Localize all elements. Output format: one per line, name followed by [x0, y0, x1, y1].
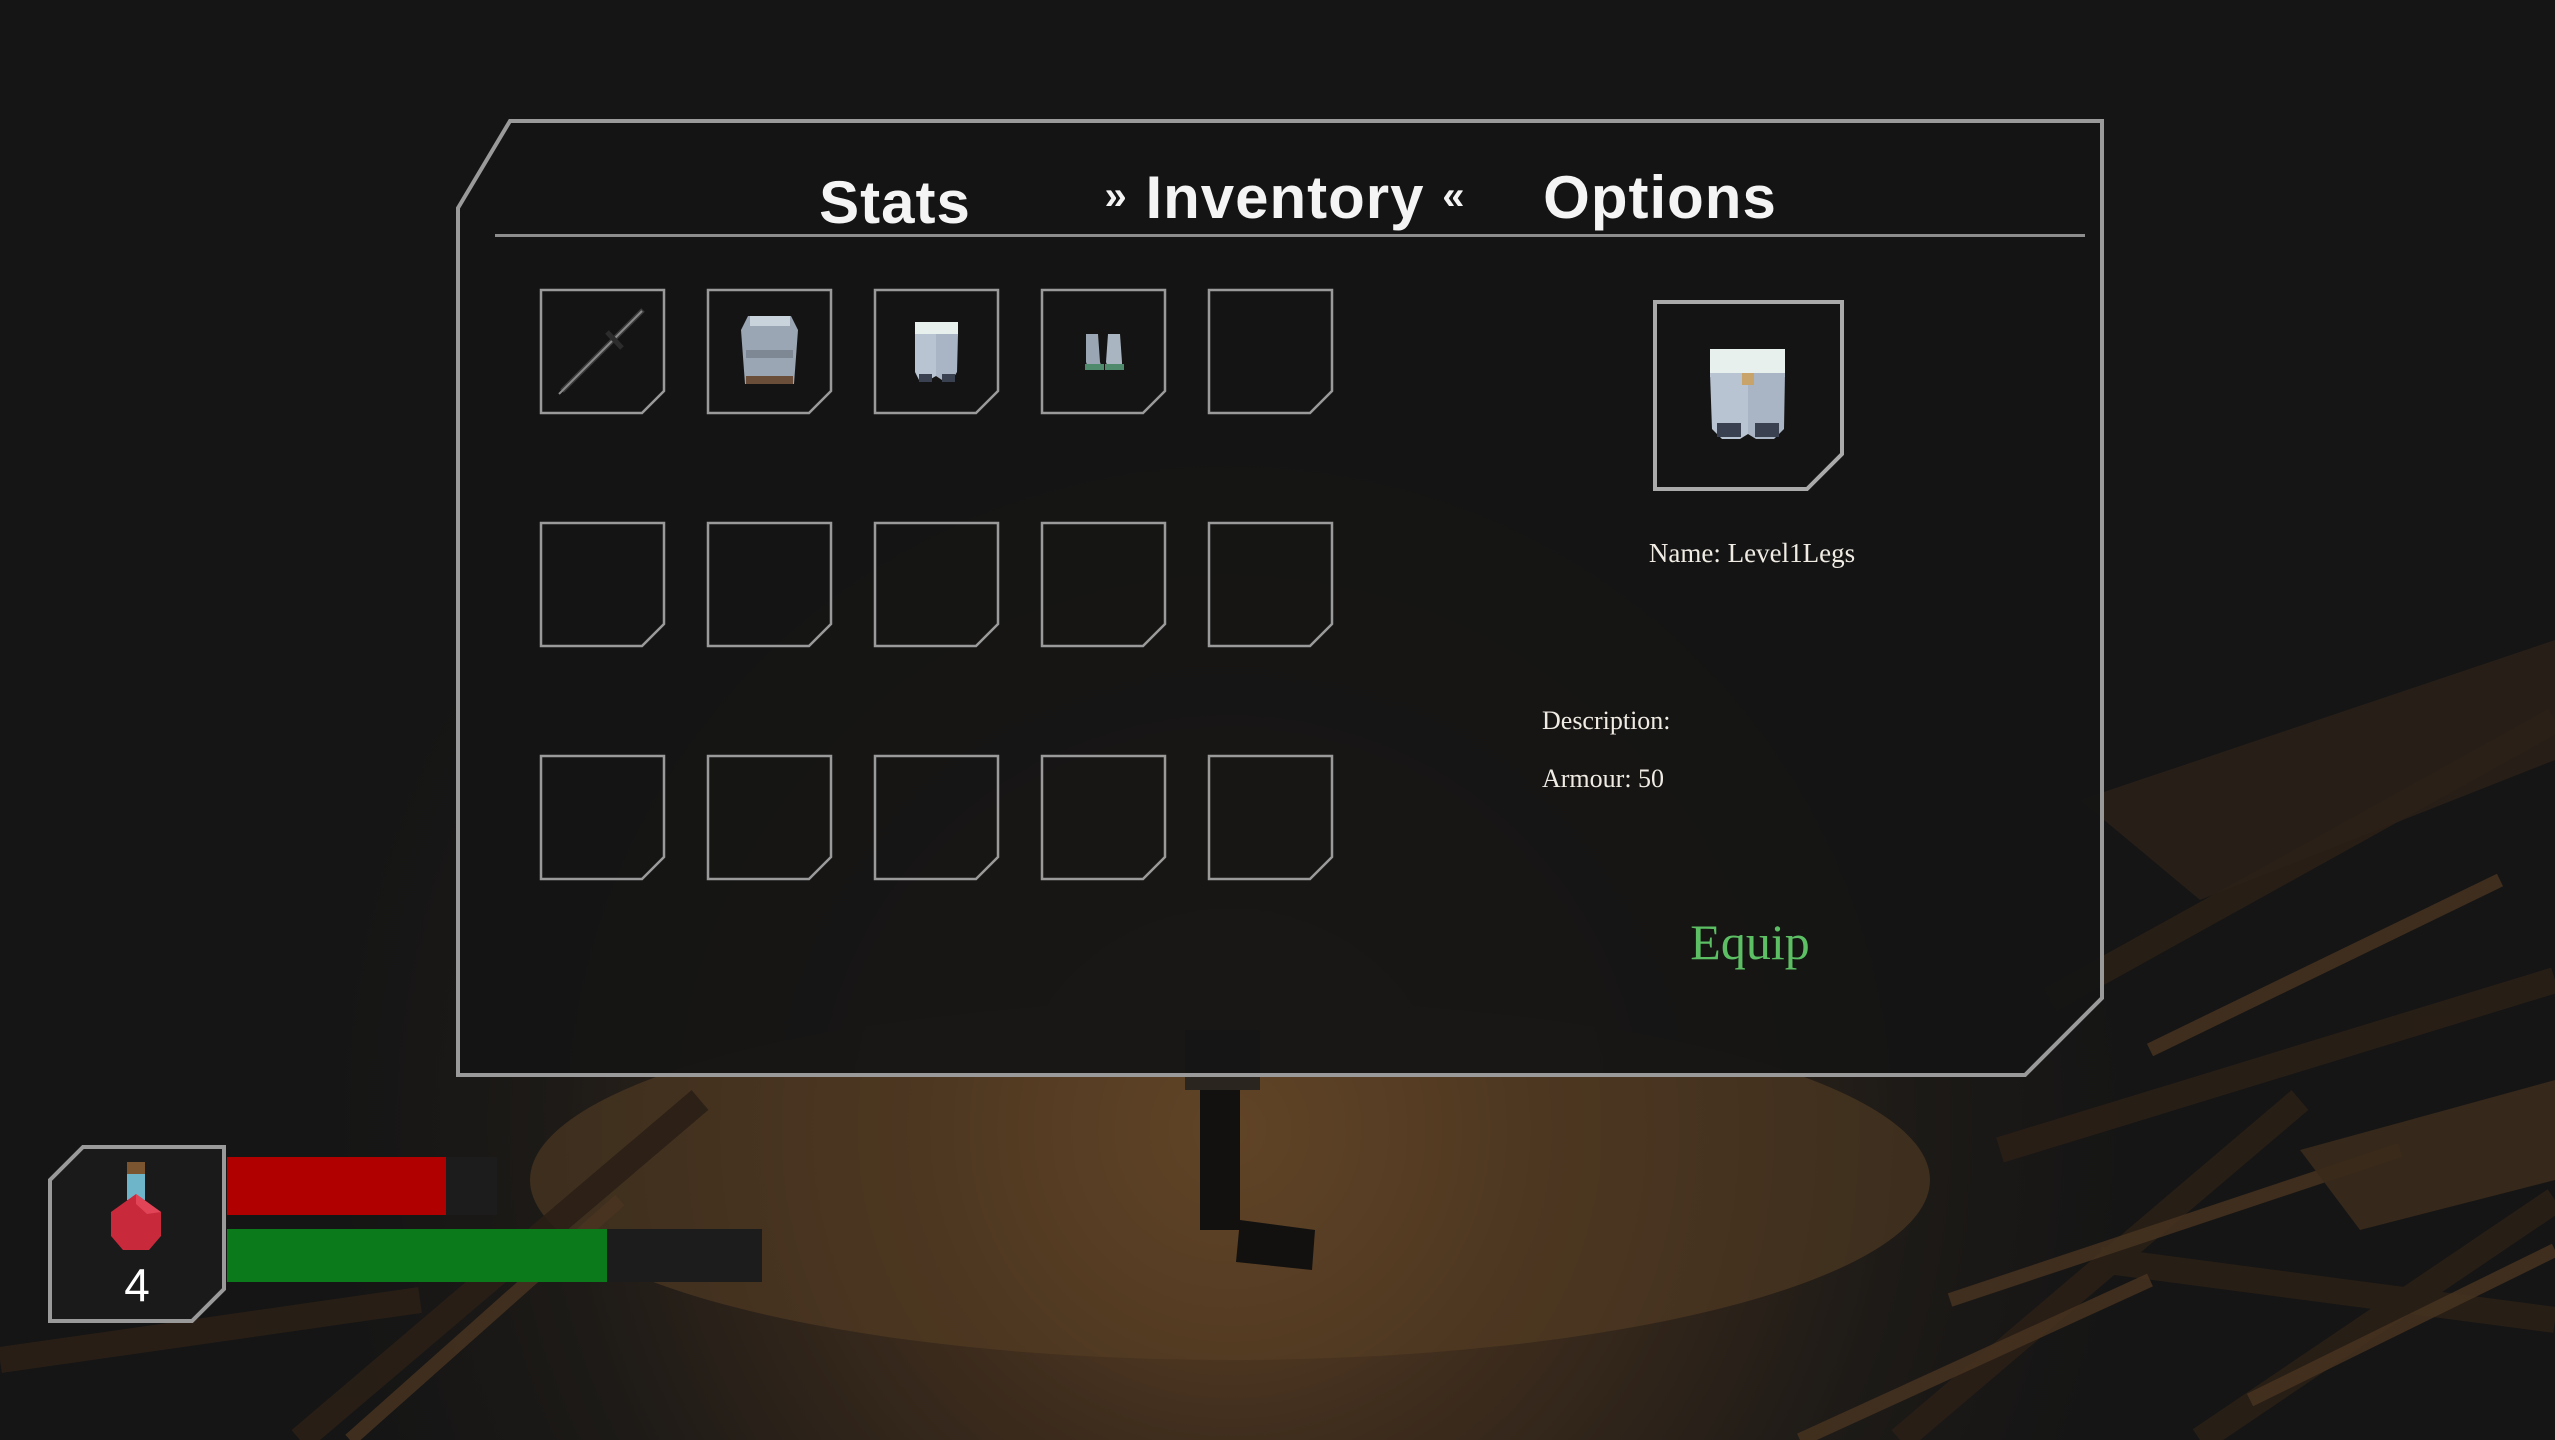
- inventory-slot[interactable]: [1040, 521, 1167, 648]
- slot-frame: [1040, 521, 1167, 648]
- inventory-slot[interactable]: [1040, 754, 1167, 881]
- inventory-slot[interactable]: [706, 754, 833, 881]
- slot-frame: [1207, 521, 1334, 648]
- inventory-slot[interactable]: [539, 754, 666, 881]
- stamina-bar-fill: [227, 1229, 607, 1282]
- inventory-slot[interactable]: [539, 288, 666, 415]
- selected-item-preview: [1652, 299, 1845, 492]
- inventory-slot[interactable]: [1207, 288, 1334, 415]
- slot-frame: [706, 521, 833, 648]
- inventory-slot[interactable]: [706, 288, 833, 415]
- slot-frame: [539, 521, 666, 648]
- active-tab-right-marker: «: [1442, 174, 1466, 219]
- inventory-slot[interactable]: [1207, 754, 1334, 881]
- inventory-slot[interactable]: [539, 521, 666, 648]
- tab-inventory[interactable]: » Inventory «: [1075, 153, 1495, 243]
- slot-frame: [873, 754, 1000, 881]
- tab-divider: [495, 234, 2085, 237]
- inventory-slot[interactable]: [1207, 521, 1334, 648]
- slot-frame: [539, 754, 666, 881]
- selected-item-description-label: Description:: [1542, 706, 1671, 735]
- slot-frame: [873, 521, 1000, 648]
- potion-quickslot[interactable]: 4: [47, 1144, 227, 1324]
- inventory-slot[interactable]: [873, 754, 1000, 881]
- slot-frame: [1040, 754, 1167, 881]
- stamina-bar: [227, 1229, 762, 1282]
- selected-item-armour: Armour: 50: [1542, 764, 1665, 793]
- tab-options[interactable]: Options: [1520, 153, 1800, 243]
- tab-inventory-label: Inventory: [1145, 164, 1425, 231]
- inventory-slot[interactable]: [1040, 288, 1167, 415]
- inventory-slot[interactable]: [706, 521, 833, 648]
- leg-armour-icon: [1710, 349, 1785, 439]
- selected-item-name: Name: Level1Legs: [1648, 538, 1856, 568]
- potion-count: 4: [124, 1259, 150, 1311]
- leg-armour-icon: [915, 322, 958, 382]
- health-bar-fill: [227, 1157, 446, 1215]
- slot-frame: [1207, 288, 1334, 415]
- chest-armour-icon: [741, 316, 798, 384]
- slot-frame: [1207, 754, 1334, 881]
- slot-frame: [706, 754, 833, 881]
- sword-icon: [558, 308, 645, 395]
- equip-button[interactable]: Equip: [1635, 913, 1865, 971]
- inventory-slot[interactable]: [873, 288, 1000, 415]
- active-tab-left-marker: »: [1104, 174, 1128, 219]
- inventory-menu-panel: Stats » Inventory « Options Name: Level1…: [455, 118, 2105, 1078]
- health-bar: [227, 1157, 497, 1215]
- boots-icon: [1085, 334, 1124, 370]
- inventory-slot[interactable]: [873, 521, 1000, 648]
